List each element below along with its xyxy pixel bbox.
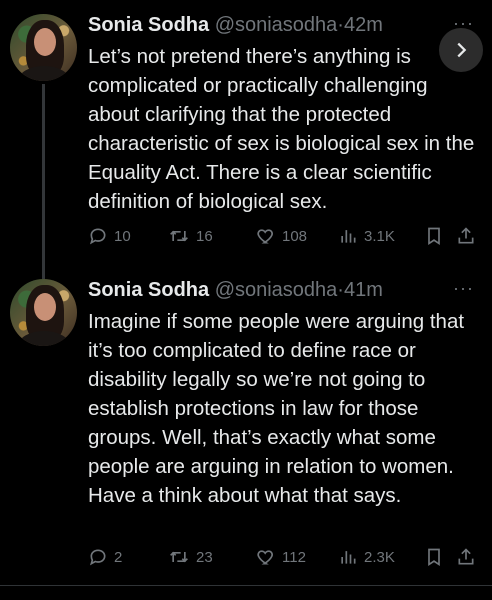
retweet-count: 23 — [196, 548, 213, 566]
share-icon — [458, 227, 474, 244]
next-carousel-button[interactable] — [439, 28, 483, 72]
author-name[interactable]: Sonia Sodha — [88, 279, 209, 301]
bookmark-icon — [428, 548, 440, 567]
more-options-icon[interactable]: ··· — [453, 273, 474, 303]
author-name[interactable]: Sonia Sodha — [88, 14, 209, 36]
tweet[interactable]: Sonia Sodha @soniasodha·41m ··· Imagine … — [0, 265, 492, 585]
tweet-actions: 2 23 112 2.3K — [88, 543, 488, 571]
chevron-right-icon — [457, 42, 467, 58]
retweet-button[interactable]: 23 — [168, 543, 213, 571]
tweet-actions: 10 16 108 3.1K — [88, 222, 488, 250]
reply-button[interactable]: 2 — [88, 543, 122, 571]
tweet-divider — [0, 585, 492, 586]
bookmark-button[interactable] — [424, 222, 444, 250]
like-button[interactable]: 112 — [256, 543, 306, 571]
thread-connector-line — [42, 84, 45, 280]
views-count: 2.3K — [364, 548, 395, 566]
views-bar-chart-icon — [341, 230, 356, 243]
tweet-text: Let’s not pretend there’s anything is co… — [88, 42, 480, 216]
retweet-button[interactable]: 16 — [168, 222, 213, 250]
separator: · — [337, 279, 344, 301]
author-handle[interactable]: @soniasodha — [215, 279, 338, 301]
views-button[interactable]: 3.1K — [338, 222, 395, 250]
avatar[interactable] — [10, 14, 77, 81]
tweet-body: Imagine if some people were arguing that… — [88, 310, 465, 507]
bookmark-icon — [428, 227, 440, 246]
tweet-body: Let’s not pretend there’s anything is co… — [88, 45, 475, 213]
tweet[interactable]: Sonia Sodha @soniasodha·42m ··· Let’s no… — [0, 0, 492, 280]
reply-count: 10 — [114, 227, 131, 245]
reply-button[interactable]: 10 — [88, 222, 131, 250]
retweet-icon — [170, 551, 188, 563]
share-icon — [458, 548, 474, 565]
reply-count: 2 — [114, 548, 123, 566]
avatar[interactable] — [10, 279, 77, 346]
reply-icon — [89, 549, 106, 566]
views-count: 3.1K — [364, 227, 395, 245]
views-button[interactable]: 2.3K — [338, 543, 395, 571]
heart-icon — [257, 550, 273, 565]
retweet-icon — [170, 230, 188, 242]
author-handle[interactable]: @soniasodha — [215, 14, 338, 36]
timestamp[interactable]: 42m — [344, 14, 383, 36]
bookmark-button[interactable] — [424, 543, 444, 571]
separator: · — [337, 14, 344, 36]
like-button[interactable]: 108 — [256, 222, 307, 250]
share-button[interactable] — [456, 222, 476, 250]
tweet-header: Sonia Sodha @soniasodha·41m ··· — [88, 275, 482, 307]
tweet-header: Sonia Sodha @soniasodha·42m ··· — [88, 10, 482, 42]
views-bar-chart-icon — [341, 551, 356, 564]
heart-icon — [257, 229, 273, 244]
like-count: 112 — [282, 548, 306, 566]
retweet-count: 16 — [196, 227, 213, 245]
tweet-text: Imagine if some people were arguing that… — [88, 307, 480, 510]
timestamp[interactable]: 41m — [344, 279, 383, 301]
share-button[interactable] — [456, 543, 476, 571]
like-count: 108 — [282, 227, 308, 245]
reply-icon — [89, 228, 106, 245]
